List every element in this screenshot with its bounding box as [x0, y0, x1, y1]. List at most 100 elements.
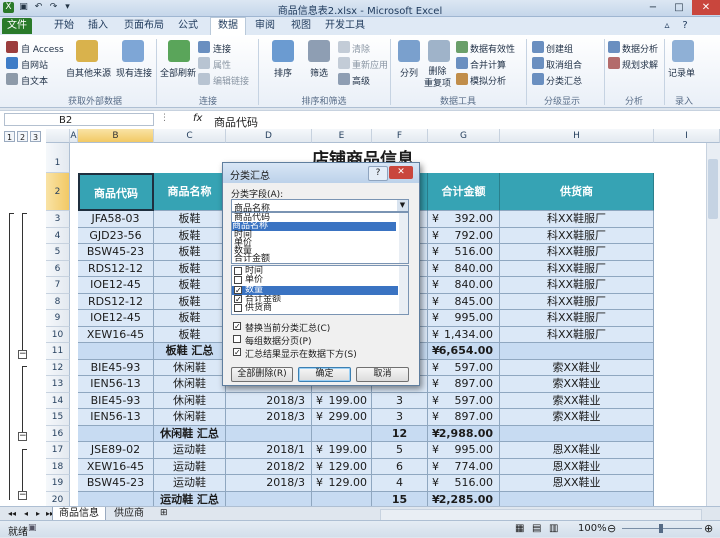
what-if-analysis-button[interactable]: 模拟分析 — [470, 74, 506, 87]
data-analysis-button[interactable]: 数据分析 — [622, 42, 658, 55]
table-cell[interactable]: ¥6,654.00 — [428, 343, 500, 360]
row-header[interactable]: 13 — [46, 376, 70, 393]
table-cell[interactable]: 运动鞋 — [154, 458, 226, 475]
outline-level-3[interactable]: 3 — [30, 131, 41, 142]
table-cell[interactable] — [78, 343, 154, 360]
table-cell[interactable]: ¥840.00 — [428, 277, 500, 294]
items-scrollbar[interactable] — [399, 266, 408, 314]
subtotal-item[interactable]: 供货商 — [232, 304, 398, 313]
tab-developer[interactable]: 开发工具 — [322, 18, 368, 34]
row-header[interactable]: 8 — [46, 293, 70, 310]
table-cell[interactable]: 科XX鞋服厂 — [500, 326, 654, 343]
table-cell[interactable]: 运动鞋 — [154, 442, 226, 459]
outline-level-1[interactable]: 1 — [4, 131, 15, 142]
table-cell[interactable]: ¥2,285.00 — [428, 491, 500, 506]
table-cell[interactable]: 休闲鞋 — [154, 376, 226, 393]
table-cell[interactable]: ¥995.00 — [428, 442, 500, 459]
table-cell[interactable]: ¥995.00 — [428, 310, 500, 327]
table-cell[interactable]: 3 — [372, 392, 428, 409]
table-cell[interactable] — [500, 425, 654, 442]
table-cell[interactable]: XEW16-45 — [78, 458, 154, 475]
table-cell[interactable]: 索XX鞋业 — [500, 376, 654, 393]
text-to-columns-button[interactable]: 分列 — [400, 66, 418, 79]
column-header-b[interactable]: B — [78, 129, 154, 143]
table-cell[interactable]: ¥597.00 — [428, 359, 500, 376]
row-header[interactable]: 9 — [46, 310, 70, 327]
table-cell[interactable]: 休闲鞋 — [154, 359, 226, 376]
combo-dropdown-icon[interactable]: ▼ — [397, 200, 408, 211]
table-cell[interactable]: 科XX鞋服厂 — [500, 310, 654, 327]
table-cell[interactable]: RDS12-12 — [78, 293, 154, 310]
row-header-1[interactable]: 1 — [46, 143, 70, 173]
tab-review[interactable]: 审阅 — [250, 18, 280, 34]
tab-insert[interactable]: 插入 — [82, 18, 114, 34]
row-header[interactable]: 7 — [46, 277, 70, 294]
dropdown-scrollbar[interactable] — [399, 213, 408, 263]
maximize-button[interactable]: □ — [666, 0, 692, 15]
table-cell[interactable]: 恩XX鞋业 — [500, 475, 654, 492]
cancel-button[interactable]: 取消 — [356, 367, 409, 382]
row-header[interactable]: 17 — [46, 442, 70, 459]
table-cell[interactable]: 板鞋 — [154, 260, 226, 277]
table-cell[interactable]: ¥129.00 — [312, 458, 372, 475]
formula-content[interactable]: 商品代码 — [214, 114, 258, 130]
group-button[interactable]: 创建组 — [546, 42, 573, 55]
row-header[interactable]: 19 — [46, 475, 70, 492]
table-cell[interactable]: 恩XX鞋业 — [500, 458, 654, 475]
table-cell[interactable]: JFA58-03 — [78, 211, 154, 228]
zoom-out-button[interactable]: ⊖ — [607, 522, 616, 535]
row-header[interactable]: 18 — [46, 458, 70, 475]
table-cell[interactable] — [226, 425, 312, 442]
collapse-group-3-button[interactable]: − — [18, 491, 27, 500]
table-cell[interactable]: ¥199.00 — [312, 392, 372, 409]
tab-page-layout[interactable]: 页面布局 — [120, 18, 168, 34]
table-cell[interactable]: 索XX鞋业 — [500, 392, 654, 409]
table-cell[interactable] — [78, 425, 154, 442]
view-normal-icon[interactable]: ▦ — [515, 523, 524, 534]
table-cell[interactable]: 2018/3 — [226, 475, 312, 492]
table-cell[interactable]: ¥840.00 — [428, 260, 500, 277]
advanced-filter-button[interactable]: 高级 — [352, 74, 370, 87]
table-cell[interactable]: 2018/1 — [226, 442, 312, 459]
table-cell[interactable]: 科XX鞋服厂 — [500, 244, 654, 261]
view-page-break-icon[interactable]: ▥ — [549, 523, 558, 534]
column-header-e[interactable]: E — [312, 129, 372, 143]
insert-function-button[interactable]: fx — [193, 113, 202, 124]
connections-button[interactable]: 连接 — [213, 42, 231, 55]
existing-connections-button[interactable]: 现有连接 — [116, 66, 152, 79]
table-cell[interactable]: 2018/3 — [226, 392, 312, 409]
column-header-g[interactable]: G — [428, 129, 500, 143]
from-other-sources-button[interactable]: 自其他来源 — [66, 66, 111, 79]
table-cell[interactable]: 2018/2 — [226, 458, 312, 475]
table-cell[interactable]: 2018/3 — [226, 409, 312, 426]
header-cell-product-code[interactable]: 商品代码 — [78, 173, 154, 211]
new-sheet-icon[interactable]: ⊞ — [154, 507, 174, 520]
subtotal-item[interactable]: ✓ 数量 — [232, 285, 398, 295]
checkbox-unchecked[interactable] — [234, 304, 242, 313]
reapply-button[interactable]: 重新应用 — [352, 58, 388, 71]
group-option[interactable]: 合计金额 — [234, 255, 270, 264]
row-header[interactable]: 20 — [46, 491, 70, 506]
option-checkbox[interactable]: ✓ — [233, 322, 241, 331]
table-cell[interactable]: 科XX鞋服厂 — [500, 260, 654, 277]
header-cell-total[interactable]: 合计金额 — [428, 173, 500, 211]
minimize-button[interactable]: − — [640, 0, 666, 15]
ungroup-button[interactable]: 取消组合 — [546, 58, 582, 71]
dialog-title-bar[interactable]: 分类汇总 ? ✕ — [223, 163, 419, 183]
subtotal-label[interactable]: 运动鞋 汇总 — [154, 491, 226, 506]
view-page-layout-icon[interactable]: ▤ — [532, 523, 541, 534]
row-header[interactable]: 5 — [46, 244, 70, 261]
table-cell[interactable] — [226, 491, 312, 506]
option-label[interactable]: 汇总结果显示在数据下方(S) — [245, 347, 357, 360]
table-cell[interactable] — [500, 491, 654, 506]
table-cell[interactable]: RDS12-12 — [78, 260, 154, 277]
option-label[interactable]: 每组数据分页(P) — [245, 334, 311, 347]
row-header-2[interactable]: 2 — [46, 173, 70, 211]
checkbox-checked[interactable]: ✓ — [234, 294, 242, 303]
table-cell[interactable]: ¥516.00 — [428, 244, 500, 261]
name-box[interactable]: B2 — [4, 113, 154, 126]
tab-data[interactable]: 数据 — [210, 17, 246, 36]
table-cell[interactable] — [78, 491, 154, 506]
table-cell[interactable]: 15 — [372, 491, 428, 506]
table-cell[interactable]: JSE89-02 — [78, 442, 154, 459]
